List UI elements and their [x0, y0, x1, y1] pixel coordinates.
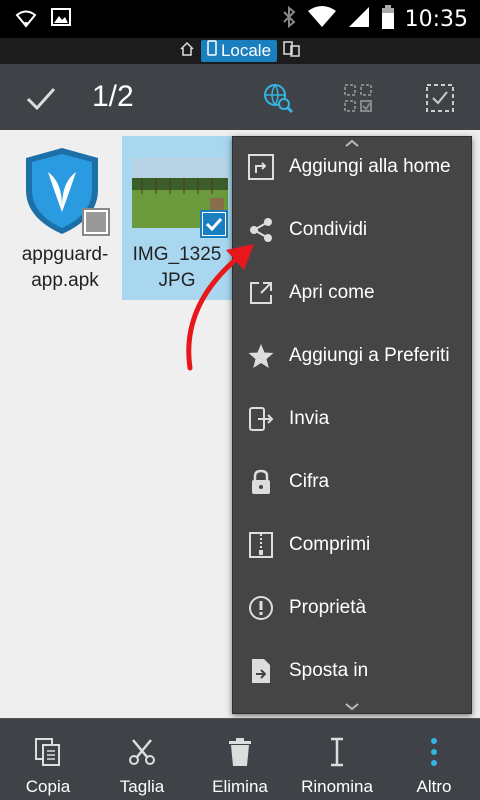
more-vertical-icon — [429, 737, 439, 767]
status-bar: 10:35 — [0, 0, 480, 38]
send-icon — [247, 405, 275, 433]
select-some-icon[interactable] — [338, 78, 378, 118]
text-cursor-icon — [329, 737, 345, 767]
scroll-down-chevron-icon[interactable] — [233, 701, 471, 713]
menu-item-properties[interactable]: Proprietà — [233, 578, 473, 638]
cut-button[interactable]: Taglia — [110, 719, 174, 800]
open-as-icon — [247, 279, 275, 307]
wifi-icon — [14, 6, 38, 34]
move-to-icon — [247, 657, 275, 685]
scissors-icon — [127, 737, 157, 767]
signal-wifi-icon — [307, 5, 337, 33]
lock-icon — [247, 468, 275, 496]
menu-item-open-as[interactable]: Apri come — [233, 263, 473, 323]
selection-count: 1/2 — [92, 80, 134, 113]
done-check-icon[interactable] — [24, 81, 58, 119]
more-button[interactable]: Altro — [406, 719, 462, 800]
file-name: IMG_1325 JPG — [132, 244, 222, 291]
phone-icon — [207, 40, 217, 62]
menu-item-add-favorites[interactable]: Aggiungi a Preferiti — [233, 326, 473, 386]
path-bar: Locale — [0, 38, 480, 64]
devices-icon[interactable] — [283, 41, 301, 61]
file-name: appguard- app.apk — [21, 244, 109, 291]
select-all-icon[interactable] — [420, 78, 460, 118]
info-icon — [247, 594, 275, 622]
network-search-icon[interactable] — [258, 78, 298, 118]
cell-signal-icon — [347, 5, 371, 33]
delete-button[interactable]: Elimina — [204, 719, 276, 800]
location-label: Locale — [220, 41, 272, 60]
home-icon[interactable] — [179, 41, 195, 61]
file-item-image[interactable]: IMG_1325 JPG — [122, 136, 232, 300]
share-icon — [247, 216, 275, 244]
rename-button[interactable]: Rinomina — [296, 719, 378, 800]
menu-item-move-to[interactable]: Sposta in — [233, 641, 473, 701]
menu-item-add-to-home[interactable]: Aggiungi alla home — [233, 137, 473, 197]
bluetooth-icon — [281, 5, 297, 33]
image-notification-icon — [50, 6, 72, 34]
battery-icon — [381, 4, 395, 34]
menu-item-share[interactable]: Condividi — [233, 200, 473, 260]
location-chip[interactable]: Locale — [200, 40, 278, 62]
file-checkbox-checked[interactable] — [200, 210, 228, 238]
copy-icon — [34, 737, 62, 767]
more-options-menu: Aggiungi alla home Condividi Apri come A… — [232, 136, 472, 714]
clock: 10:35 — [404, 6, 468, 32]
bottom-toolbar: Copia Taglia Elimina Rinomina Altro — [0, 718, 480, 800]
file-item-apk[interactable]: appguard- app.apk — [10, 136, 120, 300]
selection-action-bar: 1/2 — [0, 64, 480, 130]
menu-item-encrypt[interactable]: Cifra — [233, 452, 473, 512]
menu-item-send[interactable]: Invia — [233, 389, 473, 449]
menu-item-compress[interactable]: Comprimi — [233, 515, 473, 575]
file-checkbox[interactable] — [82, 208, 110, 236]
star-icon — [247, 342, 275, 370]
zip-icon — [247, 531, 275, 559]
copy-button[interactable]: Copia — [20, 719, 76, 800]
trash-icon — [227, 737, 253, 767]
add-to-home-icon — [247, 153, 275, 181]
